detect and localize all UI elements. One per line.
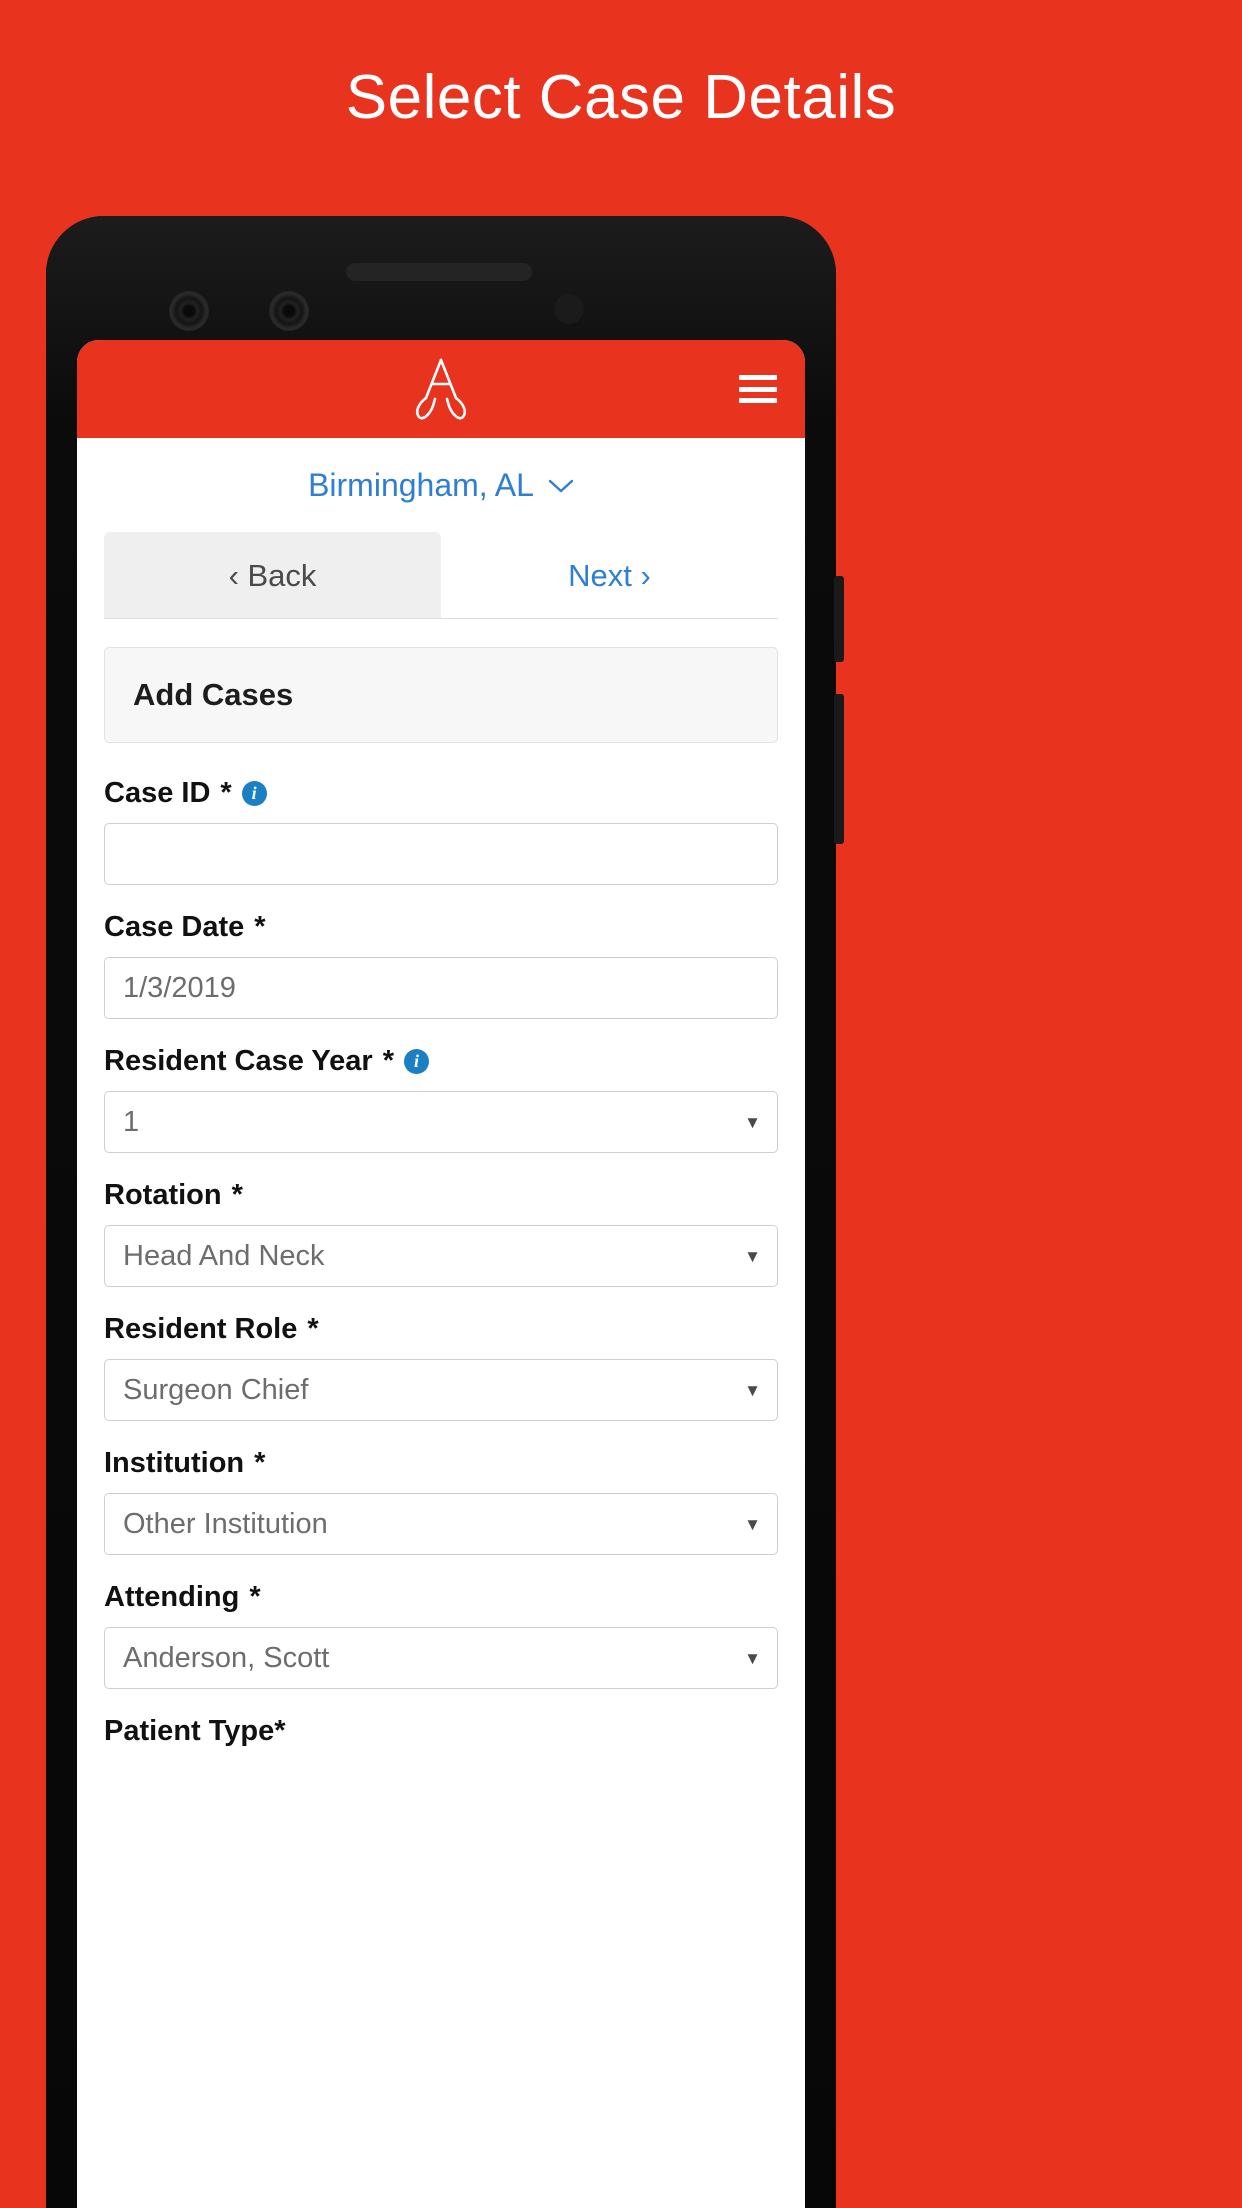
select-value: Anderson, Scott	[123, 1641, 330, 1674]
field-label-case-date: Case Date *	[104, 911, 778, 944]
section-header-add-cases: Add Cases	[104, 647, 778, 743]
volume-button[interactable]	[834, 694, 844, 844]
resident-case-year-select[interactable]: 1 ▼	[104, 1091, 778, 1153]
label-text: Case Date	[104, 911, 245, 943]
field-label-patient-type: Patient Type*	[104, 1715, 286, 1747]
wizard-nav-tabs: ‹ Back Next ›	[104, 532, 778, 619]
caret-down-icon: ▼	[744, 1380, 761, 1400]
caret-down-icon: ▼	[744, 1648, 761, 1668]
info-icon[interactable]: i	[403, 1049, 429, 1074]
resident-role-select[interactable]: Surgeon Chief ▼	[104, 1359, 778, 1421]
case-date-input[interactable]: 1/3/2019	[104, 957, 778, 1019]
caret-down-icon: ▼	[744, 1246, 761, 1266]
chevron-down-glyph	[548, 479, 574, 493]
field-label-institution: Institution *	[104, 1447, 778, 1480]
hamburger-bar	[739, 398, 777, 403]
select-value: Head And Neck	[123, 1239, 325, 1272]
select-value: Other Institution	[123, 1507, 328, 1540]
phone-device: Birmingham, AL ‹ Back Next › Add Cases C…	[46, 216, 844, 2208]
rotation-select[interactable]: Head And Neck ▼	[104, 1225, 778, 1287]
required-asterisk: *	[249, 1581, 261, 1613]
info-icon[interactable]: i	[241, 781, 267, 806]
required-asterisk: *	[220, 777, 232, 809]
form-content: Add Cases Case ID * i Case Date * 1/3/2019	[77, 619, 805, 1748]
field-resident-role: Resident Role * Surgeon Chief ▼	[104, 1313, 778, 1421]
required-asterisk: *	[254, 911, 266, 943]
label-text: Case ID	[104, 777, 211, 809]
field-attending: Attending * Anderson, Scott ▼	[104, 1581, 778, 1689]
proximity-sensor-icon	[554, 294, 584, 324]
field-label-rotation: Rotation *	[104, 1179, 778, 1212]
caret-down-icon: ▼	[744, 1112, 761, 1132]
label-text: Attending	[104, 1581, 240, 1613]
field-label-resident-role: Resident Role *	[104, 1313, 778, 1346]
field-case-id: Case ID * i	[104, 777, 778, 885]
case-id-input[interactable]	[104, 823, 778, 885]
field-label-attending: Attending *	[104, 1581, 778, 1614]
label-text: Rotation	[104, 1179, 222, 1211]
required-asterisk: *	[254, 1447, 266, 1479]
select-value: 1	[123, 1105, 140, 1138]
hamburger-bar	[739, 386, 777, 392]
required-asterisk: *	[307, 1313, 319, 1345]
power-button[interactable]	[834, 576, 844, 662]
label-text: Institution	[104, 1447, 245, 1479]
location-selector[interactable]: Birmingham, AL	[77, 438, 805, 532]
next-tab[interactable]: Next ›	[441, 532, 778, 618]
field-label-resident-case-year: Resident Case Year * i	[104, 1045, 778, 1078]
attending-select[interactable]: Anderson, Scott ▼	[104, 1627, 778, 1689]
back-tab[interactable]: ‹ Back	[104, 532, 441, 618]
caret-down-icon: ▼	[744, 1514, 761, 1534]
label-text: Resident Case Year	[104, 1045, 373, 1077]
institution-select[interactable]: Other Institution ▼	[104, 1493, 778, 1555]
label-text: Resident Role	[104, 1313, 298, 1345]
field-label-case-id: Case ID * i	[104, 777, 778, 810]
page-title: Select Case Details	[345, 63, 897, 132]
app-header	[77, 340, 805, 438]
phone-screen: Birmingham, AL ‹ Back Next › Add Cases C…	[77, 340, 805, 2208]
hamburger-bar	[739, 375, 777, 380]
location-label: Birmingham, AL	[308, 466, 534, 503]
front-camera-icon	[169, 291, 209, 331]
front-camera-secondary-icon	[269, 291, 309, 331]
forceps-a-logo-icon	[415, 358, 467, 420]
field-case-date: Case Date * 1/3/2019	[104, 911, 778, 1019]
required-asterisk: *	[231, 1179, 243, 1211]
earpiece-speaker	[346, 263, 532, 281]
field-resident-case-year: Resident Case Year * i 1 ▼	[104, 1045, 778, 1153]
field-institution: Institution * Other Institution ▼	[104, 1447, 778, 1555]
field-rotation: Rotation * Head And Neck ▼	[104, 1179, 778, 1287]
hamburger-menu-icon[interactable]	[739, 375, 777, 403]
required-asterisk: *	[382, 1045, 394, 1077]
chevron-down-icon	[548, 472, 574, 498]
select-value: Surgeon Chief	[123, 1373, 309, 1406]
